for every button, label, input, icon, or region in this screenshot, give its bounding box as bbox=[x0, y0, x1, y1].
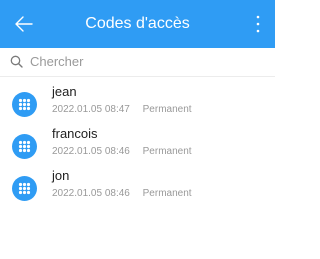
code-name: jean bbox=[52, 84, 77, 99]
code-meta: 2022.01.05 08:46 Permanent bbox=[52, 145, 192, 158]
list-item[interactable]: francois 2022.01.05 08:46 Permanent bbox=[0, 124, 275, 164]
code-name: jon bbox=[52, 168, 70, 183]
keypad-code-icon bbox=[12, 92, 37, 117]
page-title: Codes d'accès bbox=[85, 15, 190, 32]
code-meta: 2022.01.05 08:46 Permanent bbox=[52, 187, 192, 200]
list-item[interactable]: jon 2022.01.05 08:46 Permanent bbox=[0, 166, 275, 206]
code-type: Permanent bbox=[142, 104, 192, 115]
code-meta: 2022.01.05 08:47 Permanent bbox=[52, 103, 192, 116]
code-name: francois bbox=[52, 126, 98, 141]
search-bar[interactable]: Chercher bbox=[0, 48, 275, 77]
code-type: Permanent bbox=[142, 146, 192, 157]
app-header: Codes d'accès bbox=[0, 0, 275, 48]
search-placeholder: Chercher bbox=[30, 54, 84, 69]
more-vertical-icon[interactable] bbox=[255, 13, 261, 35]
code-datetime: 2022.01.05 08:46 bbox=[52, 188, 130, 199]
code-datetime: 2022.01.05 08:47 bbox=[52, 104, 130, 115]
code-type: Permanent bbox=[142, 188, 192, 199]
list-item[interactable]: jean 2022.01.05 08:47 Permanent bbox=[0, 82, 275, 122]
code-datetime: 2022.01.05 08:46 bbox=[52, 146, 130, 157]
search-icon bbox=[10, 55, 23, 68]
keypad-code-icon bbox=[12, 134, 37, 159]
keypad-code-icon bbox=[12, 176, 37, 201]
